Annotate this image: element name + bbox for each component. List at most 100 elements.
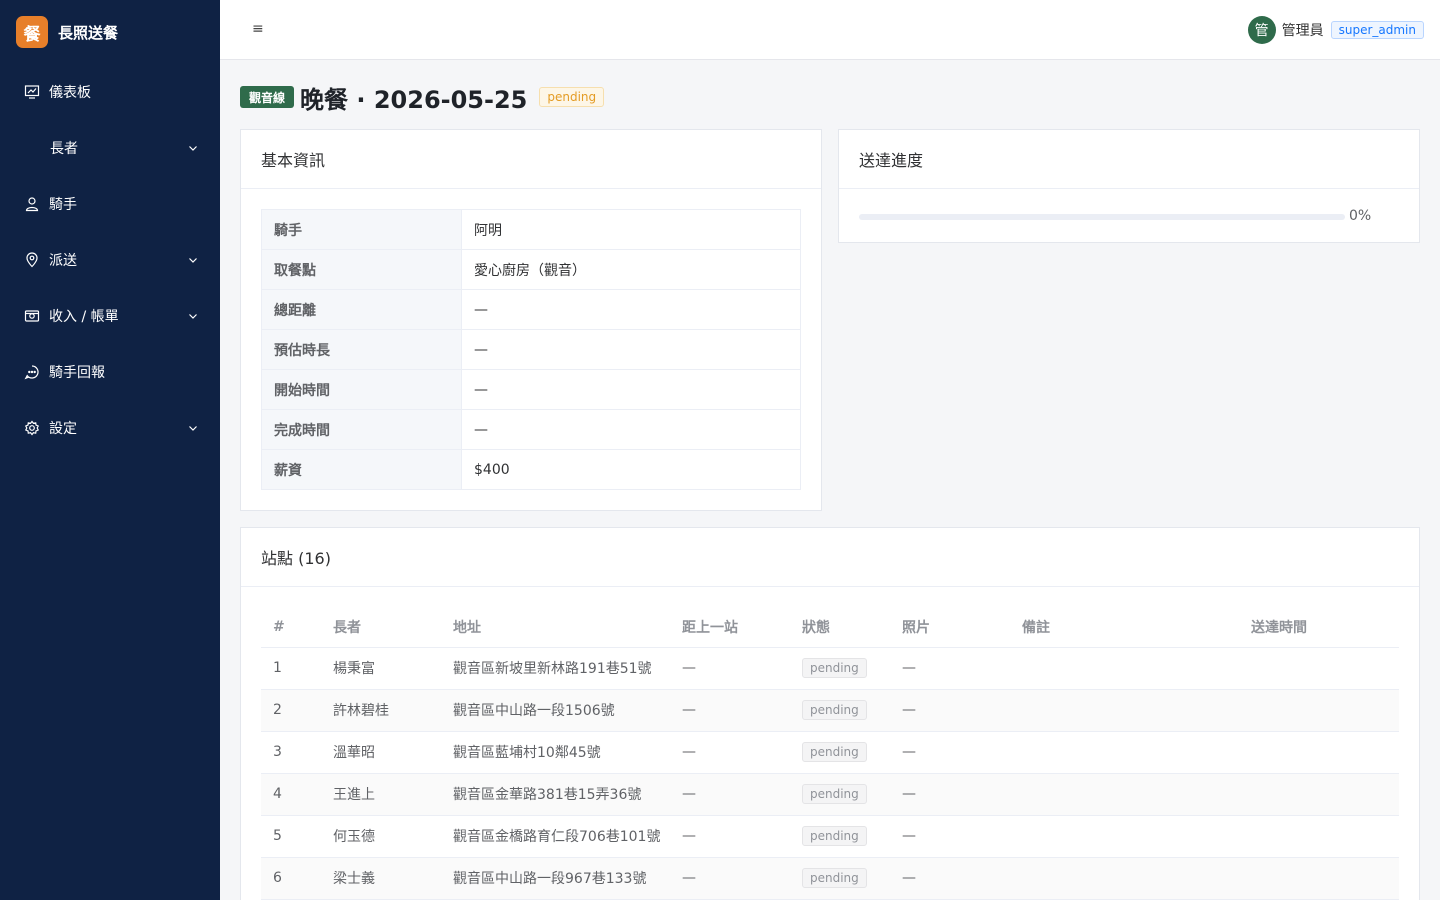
avatar: 管 — [1247, 16, 1276, 44]
sidebar-item-label: 收入 / 帳單 — [49, 309, 119, 325]
table-header-row: # 長者 地址 距上一站 狀態 照片 備註 送達時間 — [261, 607, 1399, 648]
cell-stop-number: 1 — [261, 647, 321, 690]
cell-status: pending — [790, 815, 890, 858]
cell-status: pending — [790, 689, 890, 732]
cell-address: 觀音區金橋路育仁段706巷101號 — [441, 815, 670, 858]
cell-delivery-time — [1239, 731, 1399, 774]
table-row[interactable]: 3 溫華昭 觀音區藍埔村10鄰45號 — pending — — [261, 731, 1399, 774]
brand[interactable]: 餐 長照送餐 — [0, 0, 220, 64]
progress-label: 0% — [1349, 208, 1372, 224]
info-key: 騎手 — [261, 209, 462, 250]
cell-note — [1010, 857, 1239, 900]
chat-icon — [24, 364, 40, 380]
cell-delivery-time — [1239, 857, 1399, 900]
stops-card: 站點 (16) # 長者 地址 距上一站 狀態 照片 備註 送達時間 1 楊秉富 觀音區新坡里新林… — [240, 527, 1420, 900]
cell-elder-name: 楊秉富 — [321, 647, 441, 690]
sidebar-item-label: 騎手回報 — [49, 365, 105, 381]
sidebar-item-rider-reports[interactable]: 騎手回報 — [0, 344, 220, 400]
cell-delivery-time — [1239, 815, 1399, 858]
table-row[interactable]: 6 梁士義 觀音區中山路一段967巷133號 — pending — — [261, 857, 1399, 900]
info-row: 取餐點 愛心廚房（觀音） — [261, 249, 801, 290]
cell-note — [1010, 647, 1239, 690]
cell-distance: — — [670, 815, 790, 858]
cell-stop-number: 2 — [261, 689, 321, 732]
money-icon — [24, 308, 40, 324]
column-header[interactable]: 狀態 — [790, 607, 890, 648]
brand-title: 長照送餐 — [58, 23, 119, 42]
dashboard-icon — [24, 84, 40, 100]
cell-distance: — — [670, 647, 790, 690]
sidebar-item-settings[interactable]: 設定 — [0, 400, 220, 456]
cell-status: pending — [790, 731, 890, 774]
cell-address: 觀音區金華路381巷15弄36號 — [441, 773, 670, 816]
cell-stop-number: 3 — [261, 731, 321, 774]
info-key: 薪資 — [261, 449, 462, 490]
sidebar-item-label: 騎手 — [49, 197, 77, 213]
info-value: 阿明 — [461, 209, 801, 250]
cell-status: pending — [790, 857, 890, 900]
cell-status: pending — [790, 647, 890, 690]
info-value: 愛心廚房（觀音） — [461, 249, 801, 290]
cell-photo: — — [890, 689, 1010, 732]
cell-distance: — — [670, 773, 790, 816]
user-icon — [24, 196, 40, 212]
basic-info-card: 基本資訊 騎手 阿明 取餐點 愛心廚房（觀音） 總距離 — 預估時長 — 開始時間 — 完成時間 — 薪… — [240, 129, 822, 511]
status-badge: pending — [802, 742, 867, 762]
sidebar-item-dashboard[interactable]: 儀表板 — [0, 64, 220, 120]
table-row[interactable]: 2 許林碧桂 觀音區中山路一段1506號 — pending — — [261, 689, 1399, 732]
location-icon — [24, 252, 40, 268]
cell-address: 觀音區新坡里新林路191巷51號 — [441, 647, 670, 690]
sidebar-item-billing[interactable]: 收入 / 帳單 — [0, 288, 220, 344]
column-header[interactable]: # — [261, 607, 321, 648]
cell-note — [1010, 689, 1239, 732]
info-row: 預估時長 — — [261, 329, 801, 370]
status-badge: pending — [539, 87, 605, 107]
cell-photo: — — [890, 773, 1010, 816]
route-tag: 觀音線 — [240, 86, 295, 108]
column-header[interactable]: 長者 — [321, 607, 441, 648]
column-header[interactable]: 照片 — [890, 607, 1010, 648]
role-badge: super_admin — [1330, 21, 1424, 39]
cell-delivery-time — [1239, 773, 1399, 816]
chevron-down-icon — [189, 314, 197, 319]
info-row: 騎手 阿明 — [261, 209, 801, 250]
brand-logo: 餐 — [16, 16, 48, 48]
table-row[interactable]: 1 楊秉富 觀音區新坡里新林路191巷51號 — pending — — [261, 647, 1399, 690]
progress-bar — [859, 214, 1345, 220]
table-row[interactable]: 5 何玉德 觀音區金橋路育仁段706巷101號 — pending — — [261, 815, 1399, 858]
info-row: 開始時間 — — [261, 369, 801, 410]
status-badge: pending — [802, 868, 867, 888]
card-title: 基本資訊 — [241, 130, 821, 189]
cell-distance: — — [670, 689, 790, 732]
column-header[interactable]: 距上一站 — [670, 607, 790, 648]
info-table: 騎手 阿明 取餐點 愛心廚房（觀音） 總距離 — 預估時長 — 開始時間 — 完成時間 — 薪資 $400 — [261, 209, 801, 490]
stops-table: # 長者 地址 距上一站 狀態 照片 備註 送達時間 1 楊秉富 觀音區新坡里新林路191巷51號… — [261, 607, 1399, 900]
cell-delivery-time — [1239, 689, 1399, 732]
info-row: 薪資 $400 — [261, 449, 801, 490]
column-header[interactable]: 地址 — [441, 607, 670, 648]
table-row[interactable]: 4 王進上 觀音區金華路381巷15弄36號 — pending — — [261, 773, 1399, 816]
info-value: — — [461, 409, 801, 450]
status-badge: pending — [802, 784, 867, 804]
cell-stop-number: 5 — [261, 815, 321, 858]
info-value: $400 — [461, 449, 801, 490]
cell-address: 觀音區藍埔村10鄰45號 — [441, 731, 670, 774]
user-name: 管理員 — [1281, 23, 1324, 39]
cell-photo: — — [890, 647, 1010, 690]
sidebar-item-elders[interactable]: 長者 — [0, 120, 220, 176]
cell-note — [1010, 773, 1239, 816]
sidebar-item-riders[interactable]: 騎手 — [0, 176, 220, 232]
cell-note — [1010, 731, 1239, 774]
info-value: — — [461, 369, 801, 410]
column-header[interactable]: 備註 — [1010, 607, 1239, 648]
column-header[interactable]: 送達時間 — [1239, 607, 1399, 648]
user-menu[interactable]: 管 管理員 super_admin — [1247, 16, 1424, 44]
chevron-down-icon — [189, 258, 197, 263]
info-key: 總距離 — [261, 289, 462, 330]
sidebar-item-dispatch[interactable]: 派送 — [0, 232, 220, 288]
cell-elder-name: 何玉德 — [321, 815, 441, 858]
sidebar-item-label: 派送 — [49, 253, 77, 269]
info-key: 預估時長 — [261, 329, 462, 370]
topbar: ≡ 管 管理員 super_admin — [220, 0, 1440, 60]
menu-toggle-icon[interactable]: ≡ — [252, 22, 264, 36]
